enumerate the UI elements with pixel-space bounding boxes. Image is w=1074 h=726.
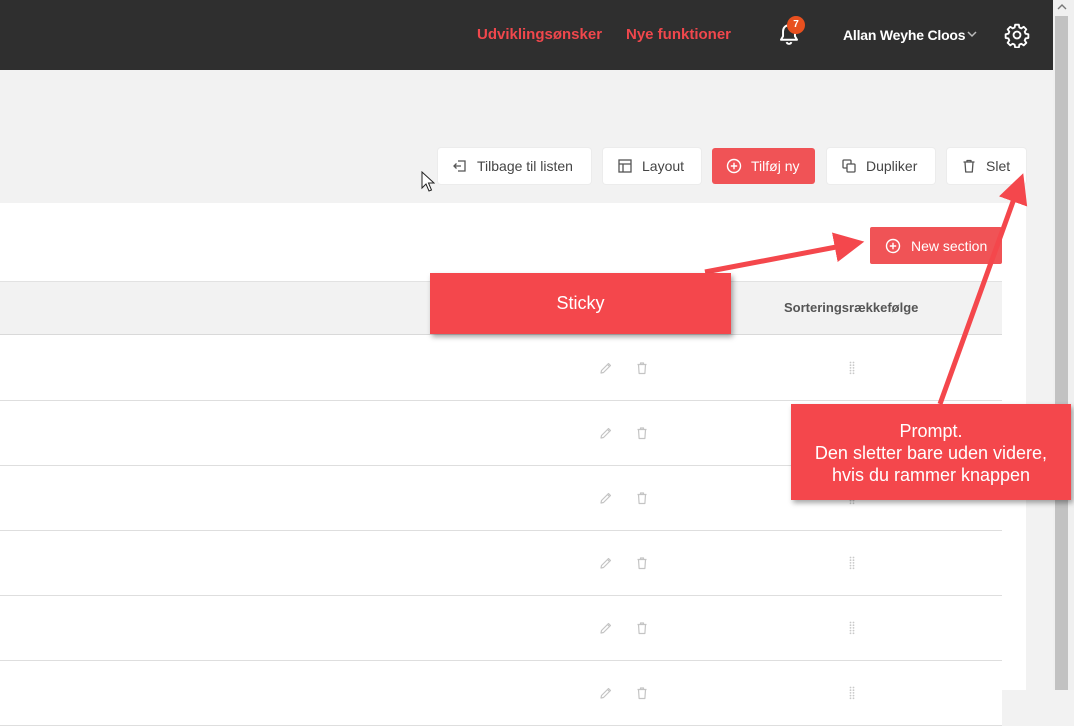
pencil-icon[interactable] bbox=[599, 556, 613, 570]
prompt-line-1: Prompt. bbox=[899, 421, 963, 441]
pencil-icon[interactable] bbox=[599, 686, 613, 700]
layout-button[interactable]: Layout bbox=[603, 148, 701, 184]
new-section-button[interactable]: New section bbox=[870, 227, 1002, 264]
plus-circle-icon bbox=[726, 158, 742, 174]
prompt-annotation: Prompt. Den sletter bare uden videre, hv… bbox=[791, 404, 1071, 500]
trash-icon[interactable] bbox=[635, 556, 649, 570]
sticky-annotation: Sticky bbox=[430, 273, 731, 334]
scroll-up-icon[interactable] bbox=[1057, 3, 1067, 11]
back-to-list-button[interactable]: Tilbage til listen bbox=[438, 148, 591, 184]
layout-icon bbox=[618, 159, 632, 173]
gear-icon[interactable] bbox=[1004, 22, 1030, 48]
back-to-list-label: Tilbage til listen bbox=[477, 158, 573, 174]
add-new-label: Tilføj ny bbox=[751, 158, 800, 174]
mouse-cursor-icon bbox=[421, 171, 435, 192]
chevron-down-icon[interactable] bbox=[966, 29, 978, 39]
drag-handle-icon[interactable] bbox=[849, 621, 855, 635]
pencil-icon[interactable] bbox=[599, 491, 613, 505]
trash-icon[interactable] bbox=[635, 621, 649, 635]
prompt-line-3: hvis du rammer knappen bbox=[831, 465, 1031, 485]
trash-icon[interactable] bbox=[635, 361, 649, 375]
layout-label: Layout bbox=[642, 158, 685, 174]
trash-icon bbox=[963, 159, 975, 173]
add-new-button[interactable]: Tilføj ny bbox=[712, 148, 815, 184]
notification-badge: 7 bbox=[787, 16, 805, 34]
trash-icon[interactable] bbox=[635, 686, 649, 700]
sort-order-header[interactable]: Sorteringsrækkefølge bbox=[784, 300, 918, 315]
drag-handle-icon[interactable] bbox=[849, 556, 855, 570]
pencil-icon[interactable] bbox=[599, 426, 613, 440]
prompt-line-2: Den sletter bare uden videre, bbox=[814, 443, 1048, 463]
pencil-icon[interactable] bbox=[599, 621, 613, 635]
duplicate-icon bbox=[842, 159, 856, 173]
new-features-link[interactable]: Nye funktioner bbox=[626, 26, 731, 43]
duplicate-label: Dupliker bbox=[866, 158, 918, 174]
pencil-icon[interactable] bbox=[599, 361, 613, 375]
trash-icon[interactable] bbox=[635, 491, 649, 505]
delete-label: Slet bbox=[986, 158, 1011, 174]
plus-circle-icon bbox=[885, 238, 901, 253]
delete-button[interactable]: Slet bbox=[947, 148, 1026, 184]
trash-icon[interactable] bbox=[635, 426, 649, 440]
duplicate-button[interactable]: Dupliker bbox=[827, 148, 935, 184]
scrollbar-thumb[interactable] bbox=[1055, 16, 1068, 690]
drag-handle-icon[interactable] bbox=[849, 361, 855, 375]
back-icon bbox=[453, 160, 466, 172]
drag-handle-icon[interactable] bbox=[849, 686, 855, 700]
user-menu[interactable]: Allan Weyhe Cloos bbox=[843, 27, 966, 43]
wishes-link[interactable]: Udviklingsønsker bbox=[477, 26, 602, 43]
new-section-label: New section bbox=[911, 237, 988, 254]
